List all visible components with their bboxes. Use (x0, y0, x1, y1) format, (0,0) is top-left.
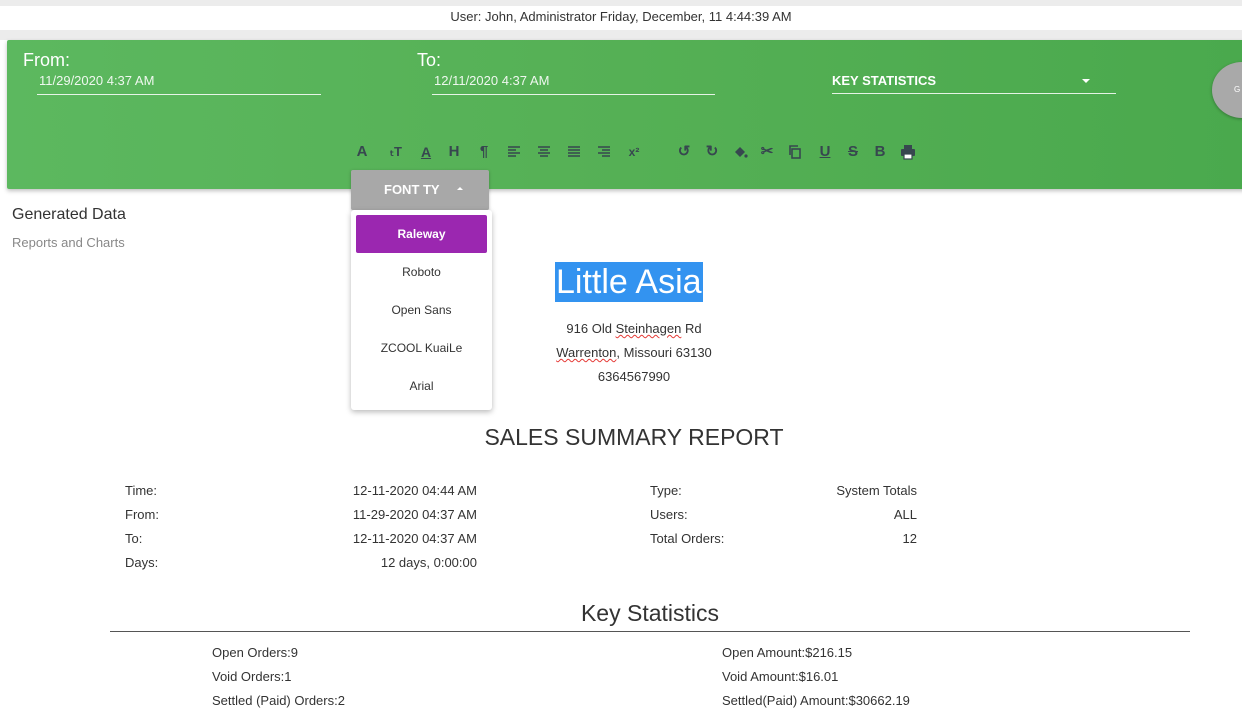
address-street: Steinhagen (615, 321, 682, 336)
to-label: To: (417, 50, 442, 70)
font-option-raleway[interactable]: Raleway (356, 215, 487, 253)
align-justify-icon[interactable] (564, 142, 584, 162)
meta-label: Total Orders: (650, 531, 725, 546)
meta-value: 11-29-2020 04:37 AM (352, 507, 477, 522)
meta-value: 12 days, 0:00:00 (380, 555, 477, 570)
business-name[interactable]: Little Asia (555, 262, 703, 302)
editor-toolbar: From: 11/29/2020 4:37 AM To: 12/11/2020 … (7, 40, 1242, 189)
meta-label: Time: (125, 483, 158, 498)
from-label: From: (23, 50, 70, 70)
font-icon[interactable]: A (352, 142, 372, 162)
font-option-roboto[interactable]: Roboto (351, 253, 492, 291)
stat-item: Void Orders:1 (212, 669, 292, 684)
report-type-select[interactable]: KEY STATISTICS (832, 73, 1116, 94)
status-bar: User: John, Administrator Friday, Decemb… (450, 9, 792, 24)
business-phone[interactable]: 6364567990 (434, 369, 834, 384)
fill-color-icon[interactable] (730, 142, 750, 162)
align-center-icon[interactable] (534, 142, 554, 162)
key-statistics-title: Key Statistics (580, 600, 720, 626)
cut-icon[interactable]: ✂ (757, 142, 777, 162)
meta-label: Days: (125, 555, 159, 570)
report-type-value: KEY STATISTICS (832, 73, 937, 88)
paragraph-icon[interactable]: ¶ (474, 142, 494, 162)
meta-value: System Totals (836, 483, 917, 498)
section-title: Generated Data (12, 206, 126, 223)
stat-item: Open Amount:$216.15 (722, 645, 853, 660)
gray-strip (0, 30, 1242, 40)
superscript-icon[interactable]: x² (624, 142, 644, 162)
business-address[interactable]: 916 Old Steinhagen Rd (434, 321, 834, 336)
font-color-icon[interactable]: A (416, 142, 436, 162)
stat-item: Open Orders:9 (212, 645, 298, 660)
font-type-button[interactable]: FONT TY (351, 170, 489, 210)
stat-item: Settled(Paid) Amount:$30662.19 (722, 693, 910, 708)
underline-icon[interactable]: U (815, 142, 835, 162)
address-suffix: Rd (681, 321, 702, 336)
stat-item: Settled (Paid) Orders:2 (212, 693, 345, 708)
generate-button[interactable]: G (1212, 62, 1242, 118)
align-right-icon[interactable] (594, 142, 614, 162)
chevron-up-icon (457, 187, 463, 190)
from-date-input[interactable]: 11/29/2020 4:37 AM (37, 73, 321, 95)
bold-icon[interactable]: B (870, 142, 890, 162)
strikethrough-icon[interactable]: S (843, 142, 863, 162)
meta-value: 12-11-2020 04:44 AM (352, 483, 477, 498)
city-name: Warrenton (556, 345, 617, 360)
font-size-icon[interactable]: ₜT (386, 142, 406, 162)
meta-value: 12 (902, 531, 917, 546)
font-type-label: FONT TY (384, 182, 440, 197)
redo-icon[interactable]: ↻ (702, 142, 722, 162)
align-left-icon[interactable] (504, 142, 524, 162)
report-title: SALES SUMMARY REPORT (484, 424, 784, 450)
undo-icon[interactable]: ↺ (674, 142, 694, 162)
meta-label: To: (125, 531, 143, 546)
heading-icon[interactable]: H (444, 142, 464, 162)
divider (110, 631, 1190, 632)
meta-value: 12-11-2020 04:37 AM (352, 531, 477, 546)
meta-label: From: (125, 507, 159, 522)
chevron-down-icon (1082, 79, 1090, 83)
copy-icon[interactable] (785, 142, 805, 162)
meta-value: ALL (893, 507, 917, 522)
business-city[interactable]: Warrenton, Missouri 63130 (434, 345, 834, 360)
section-subtitle: Reports and Charts (12, 235, 125, 250)
stat-item: Void Amount:$16.01 (722, 669, 839, 684)
to-date-input[interactable]: 12/11/2020 4:37 AM (432, 73, 715, 95)
print-icon[interactable] (898, 142, 918, 162)
address-prefix: 916 Old (566, 321, 616, 336)
meta-label: Type: (650, 483, 682, 498)
meta-label: Users: (650, 507, 688, 522)
city-state-zip: , Missouri 63130 (616, 345, 712, 360)
